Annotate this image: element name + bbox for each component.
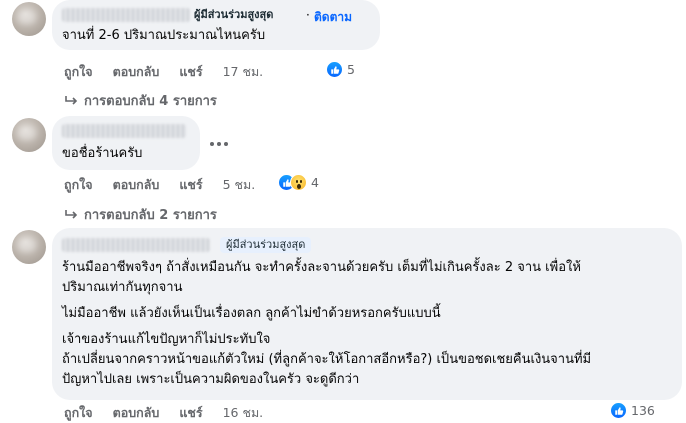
comment-text-line: ปัญหาไปเลย เพราะเป็นความผิดของในครัว จะด…: [62, 372, 360, 387]
timestamp[interactable]: 5 ชม.: [223, 175, 256, 195]
comment-actions: ถูกใจ ตอบกลับ แชร์ 17 ชม.: [64, 62, 263, 82]
reaction-count: 4: [311, 175, 319, 190]
follow-button[interactable]: ติดตาม: [314, 8, 352, 27]
timestamp[interactable]: 16 ชม.: [223, 403, 264, 423]
like-button[interactable]: ถูกใจ: [64, 175, 93, 195]
view-replies-link[interactable]: การตอบกลับ 4 รายการ: [64, 90, 217, 111]
share-button[interactable]: แชร์: [179, 62, 202, 82]
reply-button[interactable]: ตอบกลับ: [113, 62, 160, 82]
like-icon: [326, 61, 343, 78]
top-fan-badge: ผู้มีส่วนร่วมสูงสุด: [194, 8, 274, 21]
comment-text-line: ปริมาณเท่ากันทุกจาน: [62, 280, 183, 295]
view-replies-link[interactable]: การตอบกลับ 2 รายการ: [64, 204, 217, 225]
comment-2: ขอชื่อร้านครับ ถูกใจ ตอบกลับ แชร์ 5 ชม. …: [0, 114, 686, 224]
author-name[interactable]: [62, 238, 210, 252]
share-button[interactable]: แชร์: [179, 403, 202, 423]
like-button[interactable]: ถูกใจ: [64, 403, 93, 423]
replies-label: การตอบกลับ 2 รายการ: [84, 208, 217, 223]
wow-icon: [290, 174, 307, 191]
reply-button[interactable]: ตอบกลับ: [113, 175, 160, 195]
comment-text-line: ไม่มืออาชีพ แล้วยังเห็นเป็นเรื่องตลก ลูก…: [62, 306, 441, 321]
reply-arrow-icon: [65, 209, 78, 219]
comment-text-line: เจ้าของร้านแก้ไขปัญหาก็ไม่ประทับใจ: [62, 332, 271, 347]
share-button[interactable]: แชร์: [179, 175, 202, 195]
author-name[interactable]: [62, 124, 186, 138]
more-options-icon[interactable]: [210, 140, 230, 148]
replies-label: การตอบกลับ 4 รายการ: [84, 94, 217, 109]
top-fan-badge: ผู้มีส่วนร่วมสูงสุด: [220, 237, 312, 253]
avatar[interactable]: [12, 118, 46, 152]
separator: ·: [306, 8, 310, 22]
reaction-summary[interactable]: 136: [610, 402, 655, 419]
reaction-summary[interactable]: 4: [278, 174, 319, 191]
reply-button[interactable]: ตอบกลับ: [113, 403, 160, 423]
like-icon: [610, 402, 627, 419]
like-button[interactable]: ถูกใจ: [64, 62, 93, 82]
comment-text-line: ถ้าเปลี่ยนจากคราวหน้าขอแก้ตัวใหม่ (ที่ลู…: [62, 352, 592, 367]
comment-text-line: ร้านมืออาชีพจริงๆ ถ้าสั่งเหมือนกัน จะทำค…: [62, 260, 581, 275]
avatar[interactable]: [12, 230, 46, 264]
reply-arrow-icon: [65, 95, 78, 105]
reaction-count: 136: [631, 403, 655, 418]
avatar[interactable]: [12, 2, 46, 36]
timestamp[interactable]: 17 ชม.: [223, 62, 264, 82]
comment-actions: ถูกใจ ตอบกลับ แชร์ 16 ชม.: [64, 403, 263, 423]
comment-text: จานที่ 2-6 ปริมาณประมาณไหนครับ: [62, 28, 266, 43]
comment-1: ผู้มีส่วนร่วมสูงสุด · ติดตาม จานที่ 2-6 …: [0, 0, 686, 112]
comment-actions: ถูกใจ ตอบกลับ แชร์ 5 ชม.: [64, 175, 255, 195]
comment-3: ผู้มีส่วนร่วมสูงสุด ร้านมืออาชีพจริงๆ ถ้…: [0, 228, 686, 423]
author-name[interactable]: [62, 8, 190, 22]
reaction-count: 5: [347, 62, 355, 77]
reaction-summary[interactable]: 5: [326, 61, 355, 78]
comment-text: ขอชื่อร้านครับ: [62, 146, 143, 161]
